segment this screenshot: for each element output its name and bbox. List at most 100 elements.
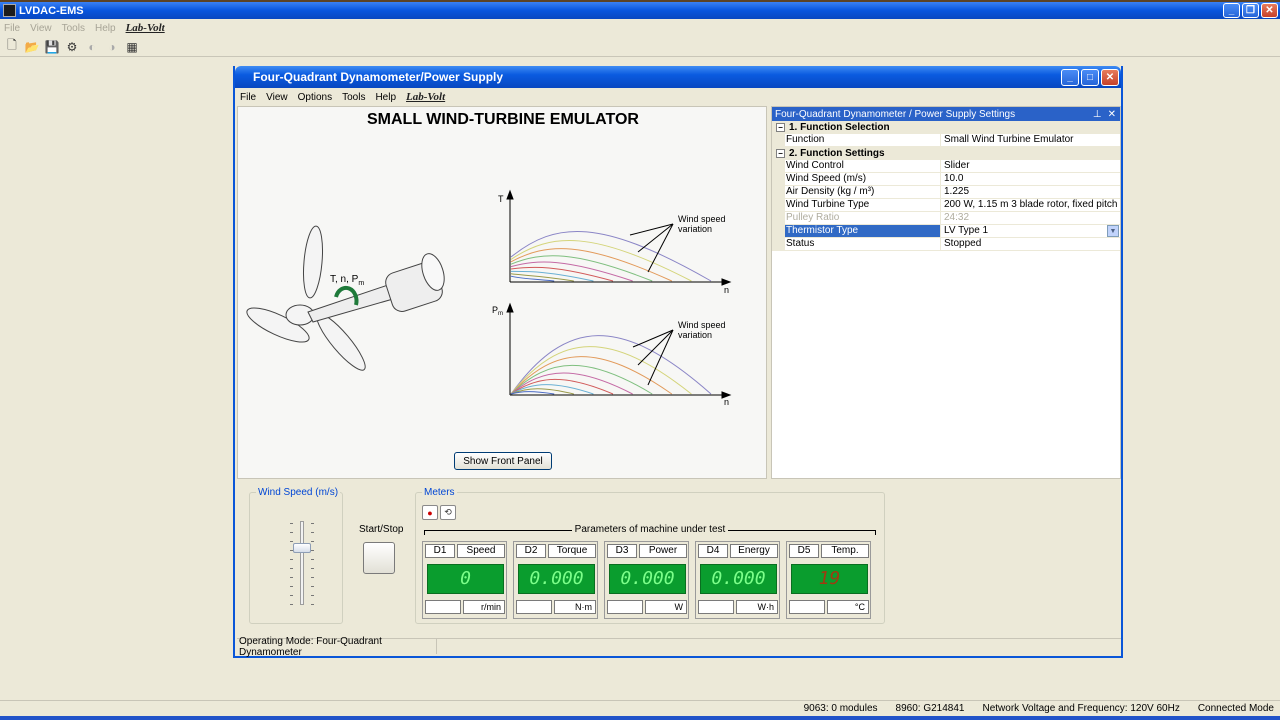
shaft-label: T, n, Pm — [330, 274, 364, 287]
meter-display: 0.000 — [518, 564, 595, 594]
menu-help[interactable]: Help — [375, 92, 396, 103]
save-icon[interactable]: 💾 — [44, 39, 60, 55]
category-function-selection[interactable]: − 1. Function Selection — [772, 121, 1120, 134]
slider-tick — [290, 577, 293, 578]
setting-value: 24:32 — [944, 212, 970, 223]
slider-tick — [290, 532, 293, 533]
new-file-icon[interactable]: 🗋 — [4, 38, 20, 55]
meter-d4: D4 Energy 0.000 W·h — [695, 541, 780, 619]
setting-value: LV Type 1 — [944, 225, 989, 236]
refresh-icon[interactable]: ⟲ — [440, 505, 456, 520]
meter-unit[interactable]: N·m — [554, 600, 596, 614]
collapse-icon[interactable]: − — [776, 123, 785, 132]
setting-row-turbine-type[interactable]: Wind Turbine Type 200 W, 1.15 m 3 blade … — [772, 199, 1120, 212]
chevron-down-icon[interactable]: ▼ — [1107, 225, 1119, 237]
meter-id[interactable]: D1 — [425, 544, 455, 558]
app-menu-help[interactable]: Help — [95, 23, 116, 34]
meter-name[interactable]: Speed — [457, 544, 505, 558]
window-close-icon[interactable]: ✕ — [1101, 68, 1119, 86]
meter-id[interactable]: D4 — [698, 544, 728, 558]
slider-tick — [290, 604, 293, 605]
open-folder-icon[interactable]: 📂 — [24, 39, 40, 55]
disabled-tool-icon-2[interactable]: ◑ — [104, 39, 120, 55]
window-title: Four-Quadrant Dynamometer/Power Supply — [253, 70, 504, 84]
setting-key: Wind Speed (m/s) — [772, 173, 941, 185]
settings-close-icon[interactable]: ✕ — [1108, 109, 1116, 120]
setting-value[interactable]: Small Wind Turbine Emulator — [941, 134, 1120, 146]
app-menu-file[interactable]: File — [4, 23, 20, 34]
annotation-1-line1: Wind speed — [678, 214, 726, 224]
category-function-settings[interactable]: − 2. Function Settings — [772, 147, 1120, 160]
menu-view[interactable]: View — [266, 92, 288, 103]
restore-icon[interactable]: ❐ — [1242, 3, 1259, 18]
setting-row-air-density[interactable]: Air Density (kg / m³) 1.225 — [772, 186, 1120, 199]
power-y-arrow — [506, 302, 514, 313]
labvolt-logo: Lab-Volt — [125, 22, 165, 34]
app-menu-tools[interactable]: Tools — [62, 23, 85, 34]
settings-panel: Four-Quadrant Dynamometer / Power Supply… — [771, 106, 1121, 479]
slider-tick — [311, 559, 314, 560]
slider-tick — [311, 550, 314, 551]
app-icon — [3, 4, 16, 17]
meter-name[interactable]: Torque — [548, 544, 596, 558]
collapse-icon[interactable]: − — [776, 149, 785, 158]
meters-group: Meters ● ⟲ Parameters of machine under t… — [415, 487, 885, 624]
meter-unit[interactable]: r/min — [463, 600, 505, 614]
setting-key: Thermistor Type — [772, 225, 941, 237]
setting-value[interactable]: 10.0 — [941, 173, 1120, 185]
wind-speed-slider-thumb[interactable] — [293, 543, 311, 553]
meter-id[interactable]: D3 — [607, 544, 637, 558]
window-minimize-icon[interactable]: _ — [1061, 68, 1079, 86]
meter-id[interactable]: D5 — [789, 544, 819, 558]
meter-extra — [425, 600, 461, 614]
table-icon[interactable]: ▦ — [124, 39, 140, 55]
setting-row-thermistor-type[interactable]: Thermistor Type LV Type 1 ▼ — [772, 225, 1120, 238]
thermistor-type-select[interactable]: LV Type 1 ▼ — [941, 225, 1120, 237]
menu-file[interactable]: File — [240, 92, 256, 103]
status-device: 8960: G214841 — [895, 703, 965, 714]
close-icon[interactable]: ✕ — [1261, 3, 1278, 18]
menu-options[interactable]: Options — [298, 92, 332, 103]
window-menu-bar: File View Options Tools Help Lab-Volt — [235, 88, 1121, 106]
meter-id[interactable]: D2 — [516, 544, 546, 558]
blade-top — [303, 225, 323, 299]
app-menu-view[interactable]: View — [30, 23, 52, 34]
window-maximize-icon[interactable]: □ — [1081, 68, 1099, 86]
pin-icon[interactable]: ⊥ — [1093, 109, 1102, 120]
disabled-tool-icon[interactable]: ◐ — [84, 39, 100, 55]
setting-value[interactable]: 1.225 — [941, 186, 1120, 198]
meter-unit[interactable]: W·h — [736, 600, 778, 614]
slider-tick — [311, 523, 314, 524]
setting-key: Function — [772, 134, 941, 146]
taskbar — [0, 716, 1280, 720]
setting-row-wind-control[interactable]: Wind Control Slider — [772, 160, 1120, 173]
setting-value[interactable]: Slider — [941, 160, 1120, 172]
power-curves — [510, 335, 712, 395]
meter-name[interactable]: Power — [639, 544, 687, 558]
meter-display: 0.000 — [700, 564, 777, 594]
show-front-panel-button[interactable]: Show Front Panel — [454, 452, 552, 470]
record-icon[interactable]: ● — [422, 505, 438, 520]
meter-display: 0.000 — [609, 564, 686, 594]
setting-value[interactable]: 200 W, 1.15 m 3 blade rotor, fixed pitch — [941, 199, 1120, 211]
torque-speed-axis-label: n — [724, 285, 729, 295]
setting-row-wind-speed[interactable]: Wind Speed (m/s) 10.0 — [772, 173, 1120, 186]
meter-name[interactable]: Temp. — [821, 544, 869, 558]
turbine-illustration — [246, 225, 445, 371]
minimize-icon[interactable]: _ — [1223, 3, 1240, 18]
meter-name[interactable]: Energy — [730, 544, 778, 558]
setting-row-function[interactable]: Function Small Wind Turbine Emulator — [772, 134, 1120, 147]
start-stop-button[interactable] — [363, 542, 395, 574]
meter-unit[interactable]: W — [645, 600, 687, 614]
annotation-2-arrows — [632, 329, 674, 386]
meter-extra — [516, 600, 552, 614]
menu-tools[interactable]: Tools — [342, 92, 365, 103]
settings-icon[interactable]: ⚙ — [64, 39, 80, 55]
app-status-bar: 9063: 0 modules 8960: G214841 Network Vo… — [0, 700, 1280, 716]
torque-y-arrow — [506, 189, 514, 200]
meter-d1: D1 Speed 0 r/min — [422, 541, 507, 619]
wind-speed-slider-track[interactable] — [300, 521, 304, 605]
setting-row-status[interactable]: Status Stopped — [772, 238, 1120, 251]
torque-curves-line-4 — [510, 255, 653, 282]
meter-unit[interactable]: °C — [827, 600, 869, 614]
